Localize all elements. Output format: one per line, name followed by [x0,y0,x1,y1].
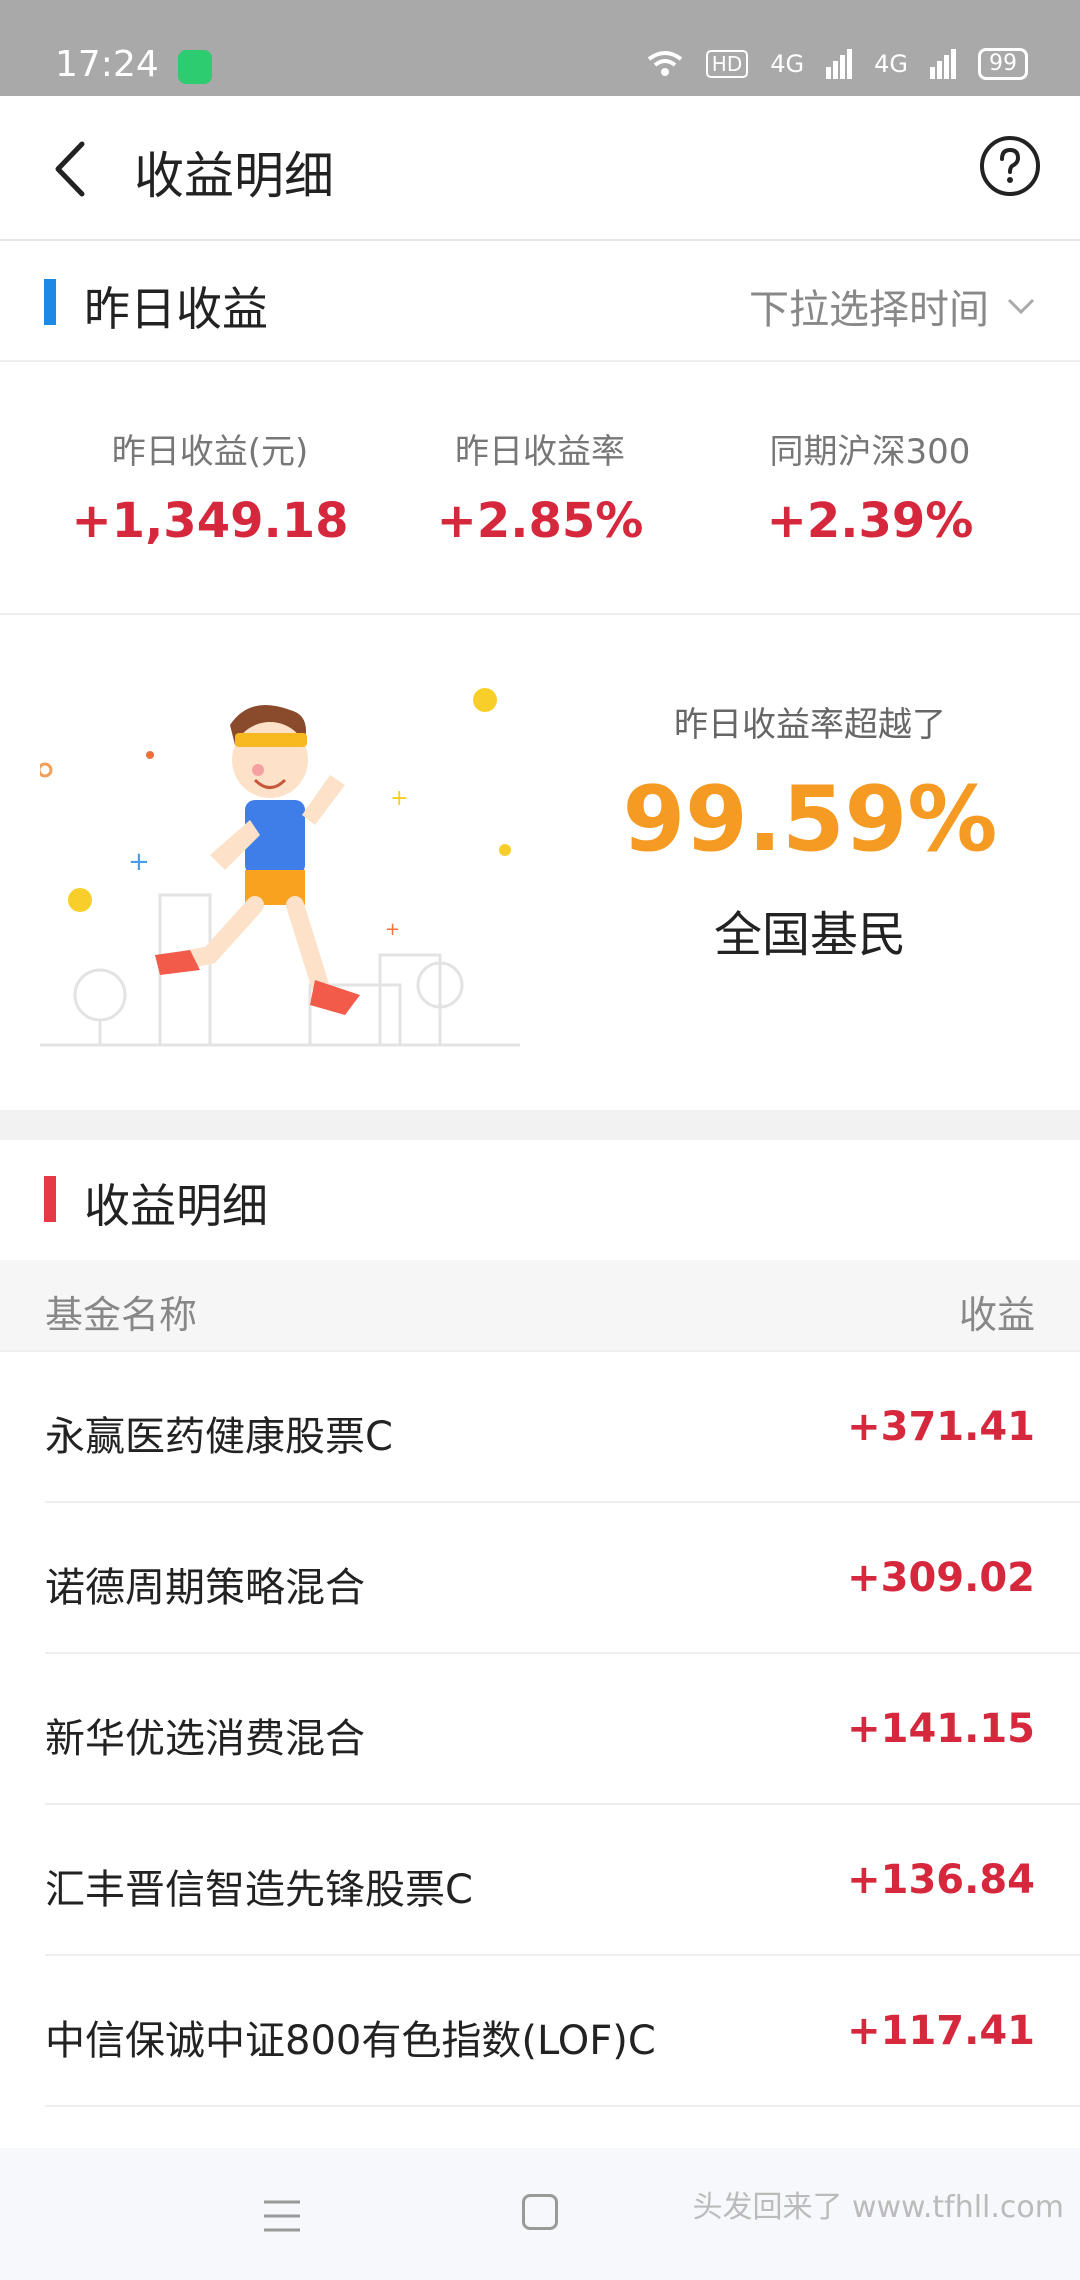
fund-list: 永赢医药健康股票C +371.41 诺德周期策略混合 +309.02 新华优选消… [0,1352,1080,2107]
section-accent-bar [44,279,56,325]
fund-name: 中信保诚中证800有色指数(LOF)C [45,2018,656,2064]
system-nav-bar: 头发回来了 www.tfhll.com [0,2148,1080,2280]
table-row[interactable]: 诺德周期策略混合 +309.02 [45,1503,1080,1654]
svg-text:+: + [385,919,400,940]
table-row[interactable]: 新华优选消费混合 +141.15 [45,1654,1080,1805]
stat-value: +2.85% [436,493,644,549]
table-row[interactable]: 永赢医药健康股票C +371.41 [45,1352,1080,1503]
app-notification-icon [178,50,212,84]
time-picker-label: 下拉选择时间 [749,287,989,333]
runner-illustration: + + + + [40,688,520,1047]
table-row[interactable]: 汇丰晋信智造先锋股票C +136.84 [45,1805,1080,1956]
column-fund-name: 基金名称 [45,1293,198,1337]
details-section-header: 收益明细 [0,1140,1080,1258]
svg-text:+: + [128,847,150,877]
fund-income: +309.02 [847,1555,1035,1601]
network-4g-2: 4G [874,50,908,78]
section-accent-bar [44,1176,56,1222]
stat-caption: 昨日收益率 [455,432,625,472]
network-4g-1: 4G [770,50,805,78]
status-bar: 17:24 HD 4G 4G 99 [0,0,1080,96]
svg-text:+: + [390,786,408,811]
details-section-title: 收益明细 [84,1179,268,1233]
signal-icon [826,49,853,79]
stat-value: +1,349.18 [71,493,349,549]
table-header: 基金名称 收益 [0,1260,1080,1352]
table-row[interactable]: 中信保诚中证800有色指数(LOF)C +117.41 [45,1956,1080,2107]
fund-name: 新华优选消费混合 [45,1716,365,1762]
battery-icon: 99 [978,48,1028,80]
status-icons: HD 4G 4G 99 [646,48,1028,80]
yesterday-section-header: 昨日收益 下拉选择时间 [0,243,1080,361]
stat-value: +2.39% [766,493,974,549]
fund-name: 诺德周期策略混合 [45,1565,365,1611]
fund-name: 汇丰晋信智造先锋股票C [45,1867,473,1913]
app-bar: 收益明细 [0,96,1080,241]
menu-icon[interactable] [262,2198,302,2234]
page-title: 收益明细 [134,147,334,205]
back-icon[interactable] [44,134,104,204]
rank-caption: 昨日收益率超越了 [674,705,946,745]
wifi-icon [647,51,682,76]
chevron-down-icon [1007,298,1035,315]
stat-caption: 昨日收益(元) [111,432,309,472]
rank-percent: 99.59% [622,767,998,872]
hd-badge: HD [705,50,749,78]
stat-caption: 同期沪深300 [769,432,971,472]
help-icon[interactable] [978,134,1042,198]
rank-card: + + + + 昨日收益率超越了 99.59% 全国基民 [0,615,1080,1105]
time-picker[interactable]: 下拉选择时间 [749,277,1035,335]
signal-icon-2 [930,49,956,79]
watermark: 头发回来了 www.tfhll.com [692,2190,1064,2225]
fund-income: +117.41 [847,2008,1035,2054]
home-button[interactable] [522,2194,558,2230]
stat-yesterday-rate: 昨日收益率 +2.85% [360,424,720,549]
fund-income: +371.41 [847,1404,1035,1450]
yesterday-section-title: 昨日收益 [84,282,268,336]
stat-yesterday-income: 昨日收益(元) +1,349.18 [30,424,390,549]
stat-hs300: 同期沪深300 +2.39% [690,424,1050,549]
column-income: 收益 [958,1293,1035,1337]
fund-name: 永赢医药健康股票C [45,1414,393,1460]
yesterday-stats: 昨日收益(元) +1,349.18 昨日收益率 +2.85% 同期沪深300 +… [0,360,1080,615]
status-time: 17:24 [55,44,159,85]
rank-subject: 全国基民 [713,907,906,963]
fund-income: +136.84 [847,1857,1035,1903]
section-divider [0,1110,1080,1140]
fund-income: +141.15 [847,1706,1035,1752]
